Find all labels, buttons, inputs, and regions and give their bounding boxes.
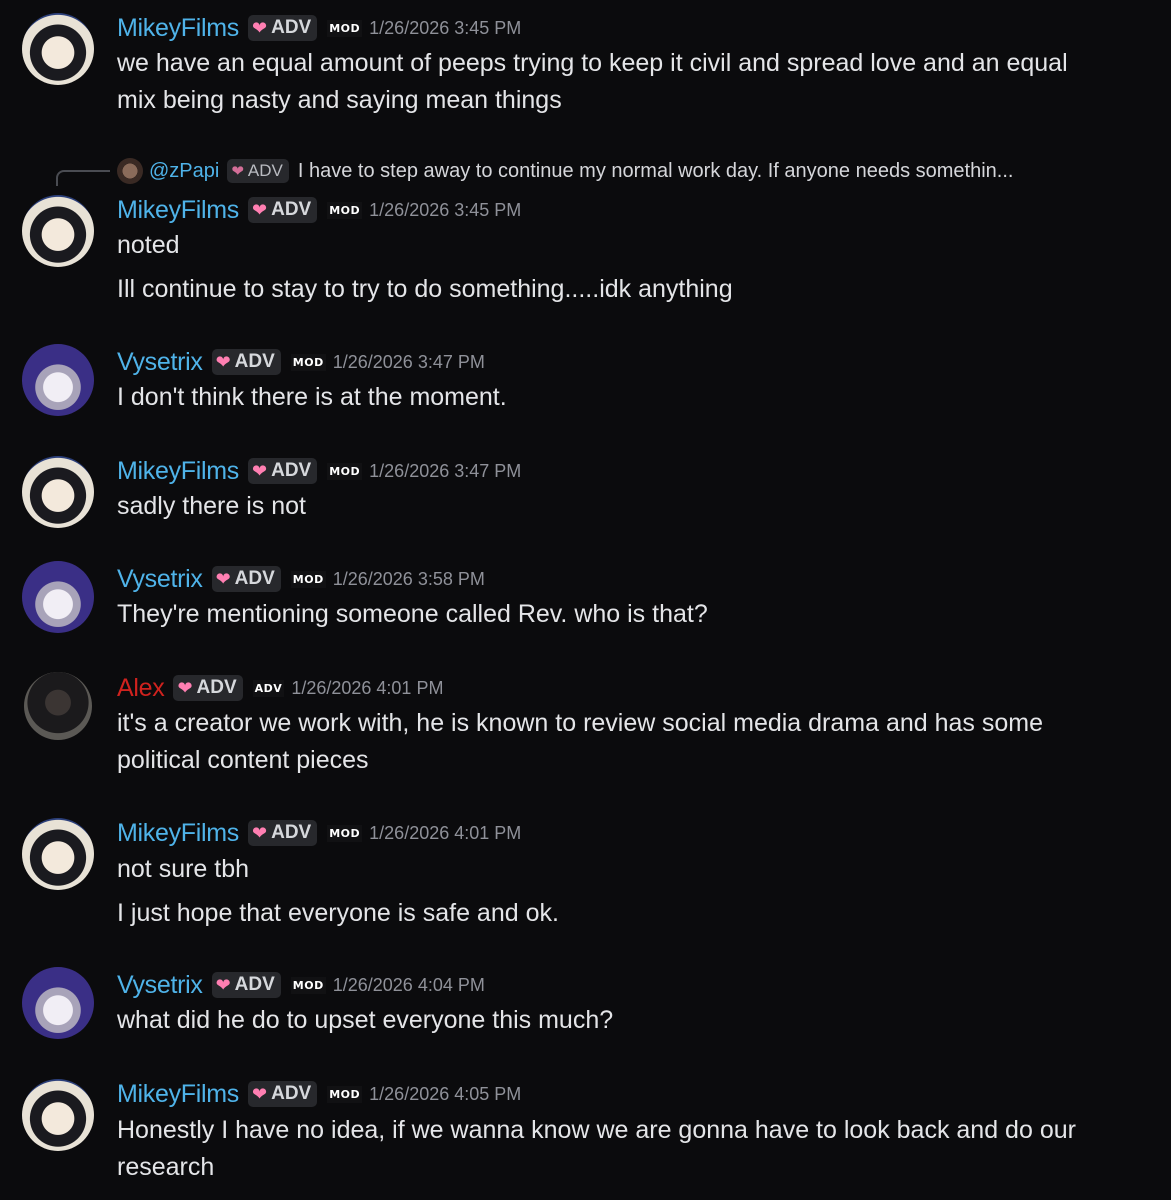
reply-connector (56, 170, 110, 186)
reply-content[interactable]: @zPapi ❤ ADV I have to step away to conti… (117, 156, 1013, 186)
mod-tag: MOD (290, 353, 326, 371)
mod-tag: MOD (290, 976, 326, 994)
username[interactable]: Alex (117, 674, 165, 703)
role-badge[interactable]: ❤ ADV (248, 820, 318, 846)
mod-tag: MOD (327, 824, 363, 842)
heart-icon: ❤ (231, 163, 244, 180)
message-header: MikeyFilms ❤ ADV MOD 1/26/2026 4:05 PM (117, 1079, 521, 1109)
message-content: it's a creator we work with, he is known… (117, 705, 1117, 779)
heart-icon: ❤ (252, 17, 268, 38)
heart-icon: ❤ (252, 1083, 268, 1104)
mod-tag: MOD (327, 462, 363, 480)
role-badge[interactable]: ❤ ADV (211, 566, 281, 592)
mod-tag: MOD (290, 570, 326, 588)
timestamp[interactable]: 1/26/2026 3:45 PM (369, 200, 521, 221)
username[interactable]: MikeyFilms (117, 819, 239, 848)
timestamp[interactable]: 1/26/2026 3:47 PM (333, 352, 485, 373)
username[interactable]: MikeyFilms (117, 196, 239, 225)
message-header: MikeyFilms ❤ ADV MOD 1/26/2026 4:01 PM (117, 818, 521, 848)
avatar[interactable] (22, 818, 94, 890)
role-badge[interactable]: ❤ ADV (248, 197, 318, 223)
heart-icon: ❤ (215, 351, 231, 372)
role-badge[interactable]: ❤ ADV (248, 1081, 318, 1107)
message-text: sadly there is not (117, 492, 306, 520)
message-text: noted (117, 231, 180, 259)
message-text: mix being nasty and saying mean things (117, 86, 562, 114)
message-content: noted Ill continue to stay to try to do … (117, 227, 1117, 308)
message-header: MikeyFilms ❤ ADV MOD 1/26/2026 3:45 PM (117, 13, 521, 43)
timestamp[interactable]: 1/26/2026 3:47 PM (369, 461, 521, 482)
message-content: what did he do to upset everyone this mu… (117, 1002, 1117, 1039)
message-content: not sure tbh I just hope that everyone i… (117, 851, 1117, 932)
reply-role-badge: ❤ ADV (227, 159, 289, 183)
message-content: we have an equal amount of peeps trying … (117, 45, 1117, 119)
message-text: Ill continue to stay to try to do someth… (117, 275, 733, 303)
username[interactable]: MikeyFilms (117, 1080, 239, 1109)
message-header: Alex ❤ ADV ADV 1/26/2026 4:01 PM (117, 673, 443, 703)
message-text: not sure tbh (117, 855, 250, 883)
timestamp[interactable]: 1/26/2026 4:01 PM (369, 823, 521, 844)
message-content: I don't think there is at the moment. (117, 379, 1117, 416)
heart-icon: ❤ (215, 974, 231, 995)
avatar[interactable] (22, 456, 94, 528)
message-text: political content pieces (117, 746, 369, 774)
heart-icon: ❤ (177, 677, 193, 698)
avatar[interactable] (22, 967, 94, 1039)
role-badge[interactable]: ❤ ADV (173, 675, 243, 701)
role-badge[interactable]: ❤ ADV (248, 458, 318, 484)
username[interactable]: Vysetrix (117, 565, 203, 594)
mod-tag: MOD (327, 19, 363, 37)
heart-icon: ❤ (252, 460, 268, 481)
message-text: research (117, 1153, 215, 1181)
timestamp[interactable]: 1/26/2026 4:05 PM (369, 1084, 521, 1105)
reply-avatar (117, 158, 143, 184)
avatar[interactable] (22, 344, 94, 416)
avatar[interactable] (22, 561, 94, 633)
message-text: Honestly I have no idea, if we wanna kno… (117, 1116, 1076, 1144)
heart-icon: ❤ (252, 822, 268, 843)
username[interactable]: MikeyFilms (117, 457, 239, 486)
role-badge[interactable]: ❤ ADV (211, 972, 281, 998)
avatar[interactable] (22, 1079, 94, 1151)
avatar[interactable] (22, 13, 94, 85)
message-header: MikeyFilms ❤ ADV MOD 1/26/2026 3:45 PM (117, 195, 521, 225)
message-text: I don't think there is at the moment. (117, 383, 507, 411)
message-header: Vysetrix ❤ ADV MOD 1/26/2026 3:58 PM (117, 564, 485, 594)
mod-tag: MOD (327, 201, 363, 219)
timestamp[interactable]: 1/26/2026 3:45 PM (369, 18, 521, 39)
message-content: sadly there is not (117, 488, 1117, 525)
adv-tag: ADV (252, 679, 285, 697)
reply-preview[interactable]: @zPapi ❤ ADV I have to step away to conti… (0, 156, 1171, 186)
message-header: MikeyFilms ❤ ADV MOD 1/26/2026 3:47 PM (117, 456, 521, 486)
message-content: Honestly I have no idea, if we wanna kno… (117, 1112, 1117, 1186)
heart-icon: ❤ (215, 568, 231, 589)
timestamp[interactable]: 1/26/2026 4:01 PM (291, 678, 443, 699)
reply-username[interactable]: @zPapi (149, 160, 219, 183)
message-header: Vysetrix ❤ ADV MOD 1/26/2026 4:04 PM (117, 970, 485, 1000)
message-text: we have an equal amount of peeps trying … (117, 49, 1068, 77)
message-header: Vysetrix ❤ ADV MOD 1/26/2026 3:47 PM (117, 347, 485, 377)
timestamp[interactable]: 1/26/2026 3:58 PM (333, 569, 485, 590)
role-badge[interactable]: ❤ ADV (248, 15, 318, 41)
username[interactable]: Vysetrix (117, 971, 203, 1000)
reply-text[interactable]: I have to step away to continue my norma… (298, 160, 1014, 183)
avatar[interactable] (24, 672, 92, 740)
message-content: They're mentioning someone called Rev. w… (117, 596, 1117, 633)
message-text: it's a creator we work with, he is known… (117, 709, 1044, 737)
username[interactable]: Vysetrix (117, 348, 203, 377)
heart-icon: ❤ (252, 199, 268, 220)
message-text: what did he do to upset everyone this mu… (117, 1006, 614, 1034)
role-badge[interactable]: ❤ ADV (211, 349, 281, 375)
avatar[interactable] (22, 195, 94, 267)
mod-tag: MOD (327, 1085, 363, 1103)
message-text: They're mentioning someone called Rev. w… (117, 600, 708, 628)
message-text: I just hope that everyone is safe and ok… (117, 899, 559, 927)
timestamp[interactable]: 1/26/2026 4:04 PM (333, 975, 485, 996)
username[interactable]: MikeyFilms (117, 14, 239, 43)
